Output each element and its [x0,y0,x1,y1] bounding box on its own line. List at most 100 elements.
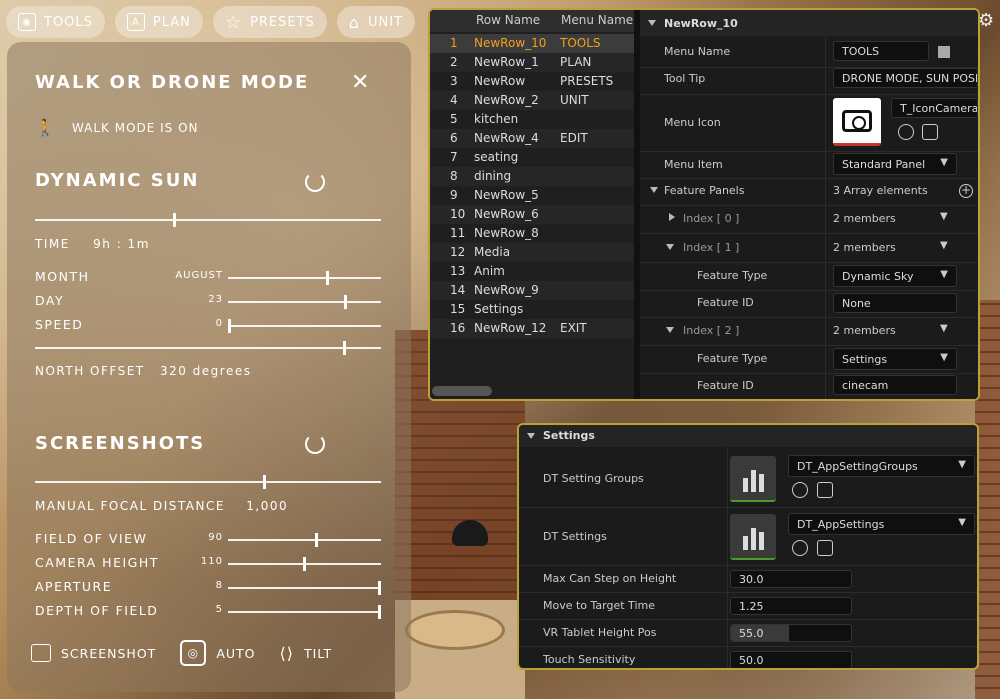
walk-mode-toggle[interactable]: 🚶 WALK MODE IS ON [35,118,199,137]
browse-asset-icon[interactable] [922,124,938,140]
table-row[interactable]: 7 seating [430,148,634,167]
use-selected-icon[interactable] [792,540,808,556]
table-row[interactable]: 16 NewRow_12 EXIT [430,319,634,338]
move-target-time-field[interactable]: 1.25 [730,597,852,615]
screenshot-button[interactable]: SCREENSHOT [31,644,156,662]
gear-icon[interactable]: ⚙ [978,10,998,31]
north-offset-thumb[interactable] [342,341,346,355]
index0-expand-icon[interactable] [669,213,675,221]
depth-of-field-slider[interactable] [228,605,381,619]
setting-groups-thumbnail[interactable] [730,456,776,502]
month-slider-thumb[interactable] [325,271,329,285]
table-row[interactable]: 2 NewRow_1 PLAN [430,53,634,72]
chevron-down-icon: ▼ [958,459,966,470]
reset-icon[interactable] [305,172,325,192]
camera-height-slider[interactable] [228,557,381,571]
row-menu-name: TOOLS [560,36,601,50]
use-selected-icon[interactable] [898,124,914,140]
index1-dropdown-icon[interactable]: ▼ [940,240,948,251]
menu-name-field[interactable]: TOOLS [833,41,929,61]
table-row[interactable]: 4 NewRow_2 UNIT [430,91,634,110]
screenshots-reset-icon[interactable] [305,434,325,454]
depth-of-field-thumb[interactable] [378,605,381,619]
menu-icon-asset-field[interactable]: T_IconCamera [891,98,978,118]
close-icon[interactable]: ✕ [351,70,369,95]
time-slider-thumb[interactable] [173,213,177,227]
north-offset-slider[interactable] [35,341,381,355]
aperture-slider[interactable] [228,581,381,595]
table-row[interactable]: 6 NewRow_4 EDIT [430,129,634,148]
table-row[interactable]: 9 NewRow_5 [430,186,634,205]
tooltip-field[interactable]: DRONE MODE, SUN POSITI [833,68,978,88]
depth-of-field-label: DEPTH OF FIELD [35,603,159,618]
row-number: 5 [450,112,458,126]
browse-asset-icon[interactable] [817,540,833,556]
focal-distance-slider[interactable] [35,475,381,489]
table-row[interactable]: 11 NewRow_8 [430,224,634,243]
day-slider[interactable] [228,295,381,309]
dt-settings-dropdown[interactable]: DT_AppSettings ▼ [788,513,975,535]
toolbar-unit-button[interactable]: ⌂ UNIT [336,6,415,38]
north-offset-readout: NORTH OFFSET 320 degrees [35,364,251,378]
column-menu-name[interactable]: Menu Name [561,13,633,27]
browse-asset-icon[interactable] [817,482,833,498]
auto-button[interactable]: ◎ AUTO [180,640,255,666]
collapse-arrow-icon[interactable] [527,433,535,439]
month-slider[interactable] [228,271,381,285]
index2-feature-type-dropdown[interactable]: Settings ▼ [833,348,957,370]
panel-title: WALK OR DRONE MODE [35,72,310,93]
speed-slider-thumb[interactable] [228,319,231,333]
index1-feature-type-dropdown[interactable]: Dynamic Sky ▼ [833,265,957,287]
index1-feature-id-field[interactable]: None [833,293,957,313]
camera-height-thumb[interactable] [302,557,306,571]
day-value: 23 [208,294,223,305]
vr-tablet-height-field[interactable]: 55.0 [730,624,852,642]
toolbar-plan-button[interactable]: A PLAN [114,6,203,38]
table-row[interactable]: 8 dining [430,167,634,186]
index2-dropdown-icon[interactable]: ▼ [940,323,948,334]
toolbar-presets-button[interactable]: ☆ PRESETS [212,6,327,38]
index1-collapse-icon[interactable] [666,244,674,250]
speed-slider[interactable] [228,319,381,333]
aperture-row: APERTURE 8 [35,579,385,597]
table-row[interactable]: 10 NewRow_6 [430,205,634,224]
table-row[interactable]: 14 NewRow_9 [430,281,634,300]
field-of-view-thumb[interactable] [315,533,319,547]
menu-icon-thumbnail[interactable] [833,98,881,146]
focal-distance-thumb[interactable] [263,475,267,489]
menu-item-dropdown[interactable]: Standard Panel ▼ [833,153,957,175]
table-row[interactable]: 5 kitchen [430,110,634,129]
settings-divider [519,507,977,508]
feature-panels-expand-icon[interactable] [650,187,658,193]
table-row[interactable]: 15 Settings [430,300,634,319]
toolbar-tools-button[interactable]: ◉ TOOLS [6,6,105,38]
index0-dropdown-icon[interactable]: ▼ [940,211,948,222]
table-row[interactable]: 13 Anim [430,262,634,281]
horizontal-scrollbar[interactable] [432,386,492,396]
data-table-editor: Row Name Menu Name 1 NewRow_10 TOOLS 2 NewRo… [428,8,980,401]
speed-value: 0 [215,318,223,329]
table-row[interactable]: 12 Media [430,243,634,262]
index2-feature-id-field[interactable]: cinecam [833,375,957,395]
time-slider[interactable] [35,213,381,227]
table-row[interactable]: 3 NewRow PRESETS [430,72,634,91]
setting-groups-dropdown[interactable]: DT_AppSettingGroups ▼ [788,455,975,477]
use-selected-icon[interactable] [792,482,808,498]
aperture-thumb[interactable] [378,581,381,595]
add-element-icon[interactable]: + [959,184,973,198]
toolbar-unit-label: UNIT [367,14,403,30]
collapse-arrow-icon[interactable] [648,20,656,26]
dt-settings-thumbnail[interactable] [730,514,776,560]
row-name: Anim [474,264,505,278]
day-slider-thumb[interactable] [344,295,348,309]
touch-sensitivity-field[interactable]: 50.0 [730,651,852,668]
day-row: DAY 23 [35,293,385,311]
flag-icon[interactable] [938,46,950,58]
table-row[interactable]: 1 NewRow_10 TOOLS [430,34,634,53]
row-number: 3 [450,74,458,88]
max-step-height-field[interactable]: 30.0 [730,570,852,588]
column-row-name[interactable]: Row Name [476,13,540,27]
tilt-button[interactable]: ⟨⟩ TILT [280,644,333,663]
field-of-view-slider[interactable] [228,533,381,547]
index2-collapse-icon[interactable] [666,327,674,333]
